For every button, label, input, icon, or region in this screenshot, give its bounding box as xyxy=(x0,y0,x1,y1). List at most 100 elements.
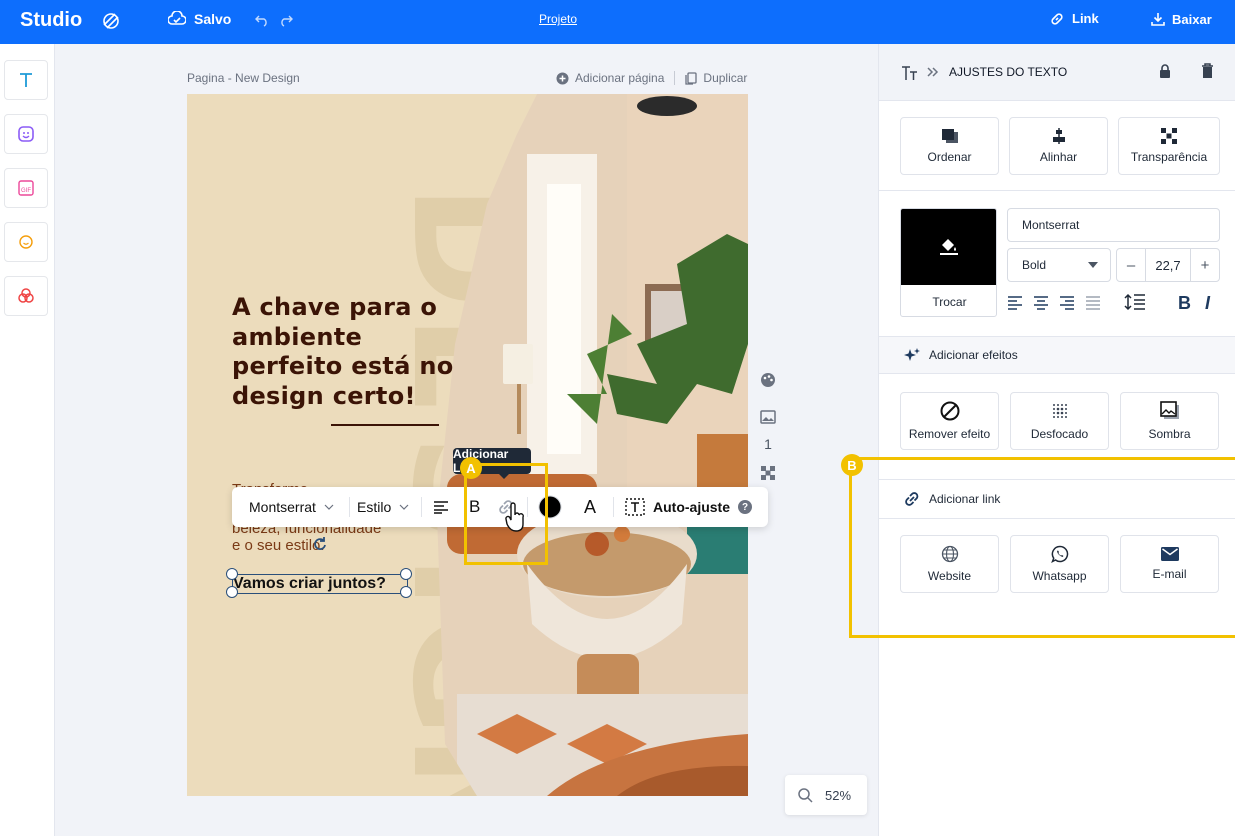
font-weight-value: Bold xyxy=(1022,258,1047,272)
page-actions: Adicionar página Duplicar xyxy=(556,71,747,85)
decrease-size-button[interactable]: – xyxy=(1117,257,1145,274)
annotation-badge-a: A xyxy=(460,457,482,479)
history-controls xyxy=(255,13,293,27)
align-label: Alinhar xyxy=(1039,150,1078,164)
design-canvas[interactable]: D E S I G N xyxy=(187,94,748,796)
resize-handle[interactable] xyxy=(400,586,412,598)
font-size-value[interactable]: 22,7 xyxy=(1146,258,1190,273)
align-center-text-icon[interactable] xyxy=(1033,295,1049,311)
align-button[interactable] xyxy=(433,487,449,527)
transparency-icon[interactable] xyxy=(756,465,780,481)
chevron-down-icon xyxy=(324,504,334,510)
effects-section-header: Adicionar efeitos xyxy=(879,336,1235,374)
italic-toggle[interactable]: I xyxy=(1205,293,1210,314)
font-weight-select[interactable]: Bold xyxy=(1007,248,1111,282)
duplicate-button[interactable]: Duplicar xyxy=(703,71,747,85)
order-label: Ordenar xyxy=(927,150,972,164)
text-highlight-button[interactable]: A xyxy=(580,487,600,527)
align-left-icon xyxy=(434,501,448,514)
link-icon xyxy=(1051,12,1063,25)
project-link[interactable]: Projeto xyxy=(539,12,577,26)
cloud-check-icon xyxy=(168,11,186,25)
add-page-button[interactable]: Adicionar página xyxy=(575,71,664,85)
shapes-icon xyxy=(18,288,34,303)
chevron-down-icon xyxy=(399,504,409,510)
help-icon: ? xyxy=(738,500,752,514)
text-color-swatch[interactable]: Trocar xyxy=(900,208,997,317)
image-icon[interactable] xyxy=(756,409,780,425)
gif-tool-button[interactable]: GIF xyxy=(4,168,48,208)
swap-color-button[interactable]: Trocar xyxy=(901,285,996,316)
justify-icon[interactable] xyxy=(1085,295,1101,311)
divider xyxy=(879,190,1235,191)
interior-photo xyxy=(437,94,748,796)
shadow-effect-button[interactable]: Sombra xyxy=(1120,392,1219,450)
font-select[interactable]: Montserrat xyxy=(249,487,334,527)
increase-size-button[interactable]: + xyxy=(1191,257,1219,274)
text-icon xyxy=(20,73,32,87)
resize-handle[interactable] xyxy=(400,568,412,580)
link-button[interactable]: Link xyxy=(1050,11,1099,26)
satellite-icon xyxy=(103,13,119,29)
transparency-label: Transparência xyxy=(1130,150,1208,164)
trash-icon[interactable] xyxy=(1201,63,1214,79)
page-label: Pagina - New Design xyxy=(187,71,300,85)
zoom-value: 52% xyxy=(825,787,852,803)
auto-fit-button[interactable]: Auto-ajuste xyxy=(625,487,730,527)
panel-header: AJUSTES DO TEXTO xyxy=(879,44,1235,101)
checkerboard-icon xyxy=(1161,128,1177,144)
search-icon xyxy=(798,787,813,803)
remove-effect-button[interactable]: Remover efeito xyxy=(900,392,999,450)
shadow-label: Sombra xyxy=(1148,427,1191,441)
bold-toggle[interactable]: B xyxy=(1178,293,1191,314)
blur-effect-button[interactable]: Desfocado xyxy=(1010,392,1109,450)
page-number: 1 xyxy=(764,436,772,452)
font-family-field[interactable]: Montserrat xyxy=(1007,208,1220,242)
effects-section-title: Adicionar efeitos xyxy=(929,348,1018,362)
annotation-badge-b: B xyxy=(841,454,863,476)
text-settings-panel: AJUSTES DO TEXTO Ordenar Alinhar Transpa… xyxy=(878,44,1235,836)
order-button[interactable]: Ordenar xyxy=(900,117,999,175)
emoji-icon xyxy=(19,235,33,249)
font-size-stepper[interactable]: – 22,7 + xyxy=(1116,248,1220,282)
style-select[interactable]: Estilo xyxy=(357,487,409,527)
blur-label: Desfocado xyxy=(1030,427,1089,441)
brand-logo[interactable]: Studio xyxy=(20,9,82,32)
emoji-tool-button[interactable] xyxy=(4,222,48,262)
divider xyxy=(613,497,614,517)
download-icon xyxy=(1151,13,1165,26)
headline-text[interactable]: A chave para o ambiente perfeito está no… xyxy=(232,293,462,411)
left-toolbar: GIF xyxy=(0,44,55,836)
text-size-icon xyxy=(902,66,917,80)
zoom-control[interactable]: 52% xyxy=(785,775,867,815)
auto-fit-icon xyxy=(625,498,645,516)
shadow-icon xyxy=(1159,401,1179,419)
text-tool-button[interactable] xyxy=(4,60,48,100)
font-select-value: Montserrat xyxy=(249,499,316,515)
help-button[interactable]: ? xyxy=(738,487,752,527)
rotate-handle-icon[interactable] xyxy=(312,536,328,552)
auto-fit-label: Auto-ajuste xyxy=(653,499,730,515)
undo-icon[interactable] xyxy=(255,13,269,27)
shapes-tool-button[interactable] xyxy=(4,276,48,316)
align-panel-button[interactable]: Alinhar xyxy=(1009,117,1108,175)
transparency-button[interactable]: Transparência xyxy=(1118,117,1220,175)
resize-handle[interactable] xyxy=(226,568,238,580)
line-height-icon[interactable] xyxy=(1124,293,1146,311)
redo-icon[interactable] xyxy=(279,13,293,27)
resize-handle[interactable] xyxy=(226,586,238,598)
chevron-double-right-icon xyxy=(927,67,939,77)
sticker-tool-button[interactable] xyxy=(4,114,48,154)
palette-icon[interactable] xyxy=(756,372,780,388)
divider xyxy=(674,71,676,85)
cta-text-selected[interactable]: Vamos criar juntos? xyxy=(232,574,408,594)
download-button[interactable]: Baixar xyxy=(1150,11,1212,27)
align-left-icon[interactable] xyxy=(1007,295,1023,311)
remove-effect-label: Remover efeito xyxy=(908,427,991,441)
align-right-icon[interactable] xyxy=(1059,295,1075,311)
blur-icon xyxy=(1052,404,1067,418)
panel-title: AJUSTES DO TEXTO xyxy=(949,65,1068,79)
lock-icon[interactable] xyxy=(1159,64,1171,79)
annotation-box-b xyxy=(849,457,1235,638)
no-effect-icon xyxy=(940,401,959,421)
